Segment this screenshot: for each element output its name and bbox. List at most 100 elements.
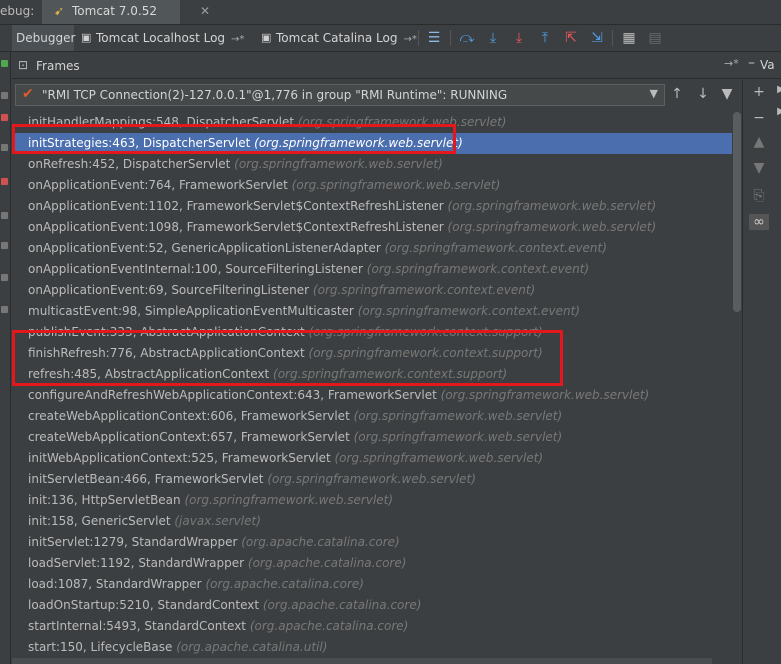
- frame-method: initServlet:1279, StandardWrapper: [28, 535, 238, 549]
- title-bar: ebug: ➹ Tomcat 7.0.52 ✕: [0, 0, 781, 25]
- frame-row[interactable]: onApplicationEventInternal:100, SourceFi…: [12, 259, 732, 280]
- drop-frame-icon[interactable]: ⇱: [562, 28, 580, 48]
- pin-icon[interactable]: →*: [231, 34, 244, 45]
- chevron-down-icon[interactable]: ▼: [650, 87, 658, 100]
- frame-row[interactable]: onApplicationEvent:52, GenericApplicatio…: [12, 238, 732, 259]
- frame-row[interactable]: onApplicationEvent:1102, FrameworkServle…: [12, 196, 732, 217]
- tab-localhost-label: Tomcat Localhost Log: [96, 31, 226, 45]
- session-tab[interactable]: ➹ Tomcat 7.0.52 ✕: [42, 0, 210, 24]
- pin-icon[interactable]: →*: [403, 34, 416, 45]
- pause-icon[interactable]: [1, 92, 8, 99]
- pin-icon[interactable]: →*: [724, 57, 739, 70]
- restore-layout-icon[interactable]: [1, 212, 8, 219]
- frame-method: initServletBean:466, FrameworkServlet: [28, 472, 264, 486]
- frame-row[interactable]: initServletBean:466, FrameworkServlet (o…: [12, 469, 732, 490]
- mute-breakpoints-icon[interactable]: [1, 178, 8, 185]
- minimize-icon[interactable]: –: [748, 55, 755, 71]
- frame-method: init:136, HttpServletBean: [28, 493, 181, 507]
- frame-method: startInternal:5493, StandardContext: [28, 619, 247, 633]
- frame-method: start:150, LifecycleBase: [28, 640, 173, 654]
- stop-icon[interactable]: [1, 114, 8, 121]
- frame-row[interactable]: configureAndRefreshWebApplicationContext…: [12, 385, 732, 406]
- frame-package: (javax.servlet): [174, 514, 261, 528]
- frame-row[interactable]: multicastEvent:98, SimpleApplicationEven…: [12, 301, 732, 322]
- previous-frame-icon[interactable]: ↑: [668, 84, 686, 104]
- toolbar-divider: [418, 30, 419, 46]
- settings-icon[interactable]: [1, 242, 8, 249]
- console-icon: ▣: [81, 31, 92, 44]
- frame-method: onApplicationEvent:1098, FrameworkServle…: [28, 220, 444, 234]
- frame-row[interactable]: createWebApplicationContext:657, Framewo…: [12, 427, 732, 448]
- frame-row[interactable]: onRefresh:452, DispatcherServlet (org.sp…: [12, 154, 732, 175]
- tab-catalina-label: Tomcat Catalina Log: [276, 31, 398, 45]
- trace-icon: ▤: [648, 30, 662, 46]
- frame-row[interactable]: onApplicationEvent:1098, FrameworkServle…: [12, 217, 732, 238]
- frame-row[interactable]: init:158, GenericServlet (javax.servlet): [12, 511, 732, 532]
- frame-method: configureAndRefreshWebApplicationContext…: [28, 388, 437, 402]
- move-up-icon[interactable]: ▲: [749, 134, 769, 150]
- remove-watch-icon[interactable]: −: [749, 110, 769, 126]
- filter-icon[interactable]: ▼: [718, 84, 736, 104]
- menu-icon[interactable]: ☰: [425, 28, 443, 48]
- run-to-cursor-icon[interactable]: ⇲: [588, 28, 606, 48]
- evaluate-expression-icon[interactable]: ▦: [620, 28, 638, 48]
- frame-row[interactable]: createWebApplicationContext:606, Framewo…: [12, 406, 732, 427]
- vertical-scrollbar[interactable]: [733, 112, 741, 312]
- horizontal-scrollbar[interactable]: [12, 658, 712, 664]
- frame-method: onApplicationEventInternal:100, SourceFi…: [28, 262, 363, 276]
- frame-row[interactable]: init:136, HttpServletBean (org.springfra…: [12, 490, 732, 511]
- frame-method: loadOnStartup:5210, StandardContext: [28, 598, 260, 612]
- frame-package: (org.springframework.context.event): [384, 241, 607, 255]
- thread-dropdown[interactable]: ✔ "RMI TCP Connection(2)-127.0.0.1"@1,77…: [15, 84, 665, 106]
- close-icon[interactable]: ✕: [200, 4, 210, 18]
- frame-row[interactable]: startInternal:5493, StandardContext (org…: [12, 616, 732, 637]
- highlight-box: [12, 124, 456, 154]
- frame-package: (org.springframework.web.servlet): [184, 493, 394, 507]
- tab-variables[interactable]: Va: [760, 58, 775, 72]
- toolbar-divider: [612, 30, 613, 46]
- frame-package: (org.springframework.context.event): [357, 304, 580, 318]
- thread-selector-row: ✔ "RMI TCP Connection(2)-127.0.0.1"@1,77…: [12, 80, 740, 110]
- debug-side-toolbar: [0, 52, 11, 664]
- step-out-icon[interactable]: ⤒: [536, 28, 554, 48]
- frame-row[interactable]: onApplicationEvent:764, FrameworkServlet…: [12, 175, 732, 196]
- frame-package: (org.springframework.web.servlet): [267, 472, 476, 486]
- frame-row[interactable]: loadServlet:1192, StandardWrapper (org.a…: [12, 553, 732, 574]
- frame-row[interactable]: initServlet:1279, StandardWrapper (org.a…: [12, 532, 732, 553]
- show-watches-icon[interactable]: ∞: [749, 214, 769, 230]
- toolbar-divider: [450, 30, 451, 46]
- copy-icon[interactable]: ⎘: [749, 188, 769, 204]
- frame-row[interactable]: onApplicationEvent:69, SourceFilteringLi…: [12, 280, 732, 301]
- move-down-icon[interactable]: ▼: [749, 160, 769, 176]
- frame-row[interactable]: start:150, LifecycleBase (org.apache.cat…: [12, 637, 732, 658]
- frame-package: (org.springframework.context.event): [366, 262, 590, 276]
- step-into-icon[interactable]: ⤓: [484, 28, 502, 48]
- tab-debugger[interactable]: Debugger: [12, 25, 76, 51]
- tab-tomcat-localhost-log[interactable]: ▣ Tomcat Localhost Log →*: [76, 25, 252, 51]
- frames-header: ⊡ Frames →* –: [12, 52, 781, 79]
- frame-row[interactable]: initWebApplicationContext:525, Framework…: [12, 448, 732, 469]
- next-frame-icon[interactable]: ↓: [694, 84, 712, 104]
- tab-debugger-label: Debugger: [16, 31, 76, 45]
- frames-title: Frames: [36, 59, 80, 73]
- frame-row[interactable]: loadOnStartup:5210, StandardContext (org…: [12, 595, 732, 616]
- force-step-into-icon[interactable]: ⤓: [510, 28, 528, 48]
- frame-package: (org.apache.catalina.core): [247, 556, 407, 570]
- add-watch-icon[interactable]: +: [749, 84, 769, 100]
- expand-arrow-icon[interactable]: ▶: [771, 84, 781, 95]
- step-over-icon[interactable]: ⤼: [458, 28, 476, 48]
- tab-tomcat-catalina-log[interactable]: ▣ Tomcat Catalina Log →*: [256, 25, 417, 51]
- frame-package: (org.springframework.web.servlet): [334, 451, 544, 465]
- close-session-icon[interactable]: [1, 306, 8, 313]
- highlight-box: [12, 330, 563, 386]
- resume-icon[interactable]: [1, 60, 8, 67]
- expand-arrow-icon[interactable]: ▶: [771, 106, 781, 117]
- frame-method: createWebApplicationContext:606, Framewo…: [28, 409, 350, 423]
- frame-package: (org.apache.catalina.core): [241, 535, 400, 549]
- frame-row[interactable]: load:1087, StandardWrapper (org.apache.c…: [12, 574, 732, 595]
- view-breakpoints-icon[interactable]: [1, 144, 8, 151]
- pin-tab-icon[interactable]: [1, 274, 8, 281]
- tomcat-icon: ➹: [54, 4, 65, 18]
- frame-package: (org.springframework.web.servlet): [353, 430, 563, 444]
- frame-package: (org.springframework.web.servlet): [447, 199, 657, 213]
